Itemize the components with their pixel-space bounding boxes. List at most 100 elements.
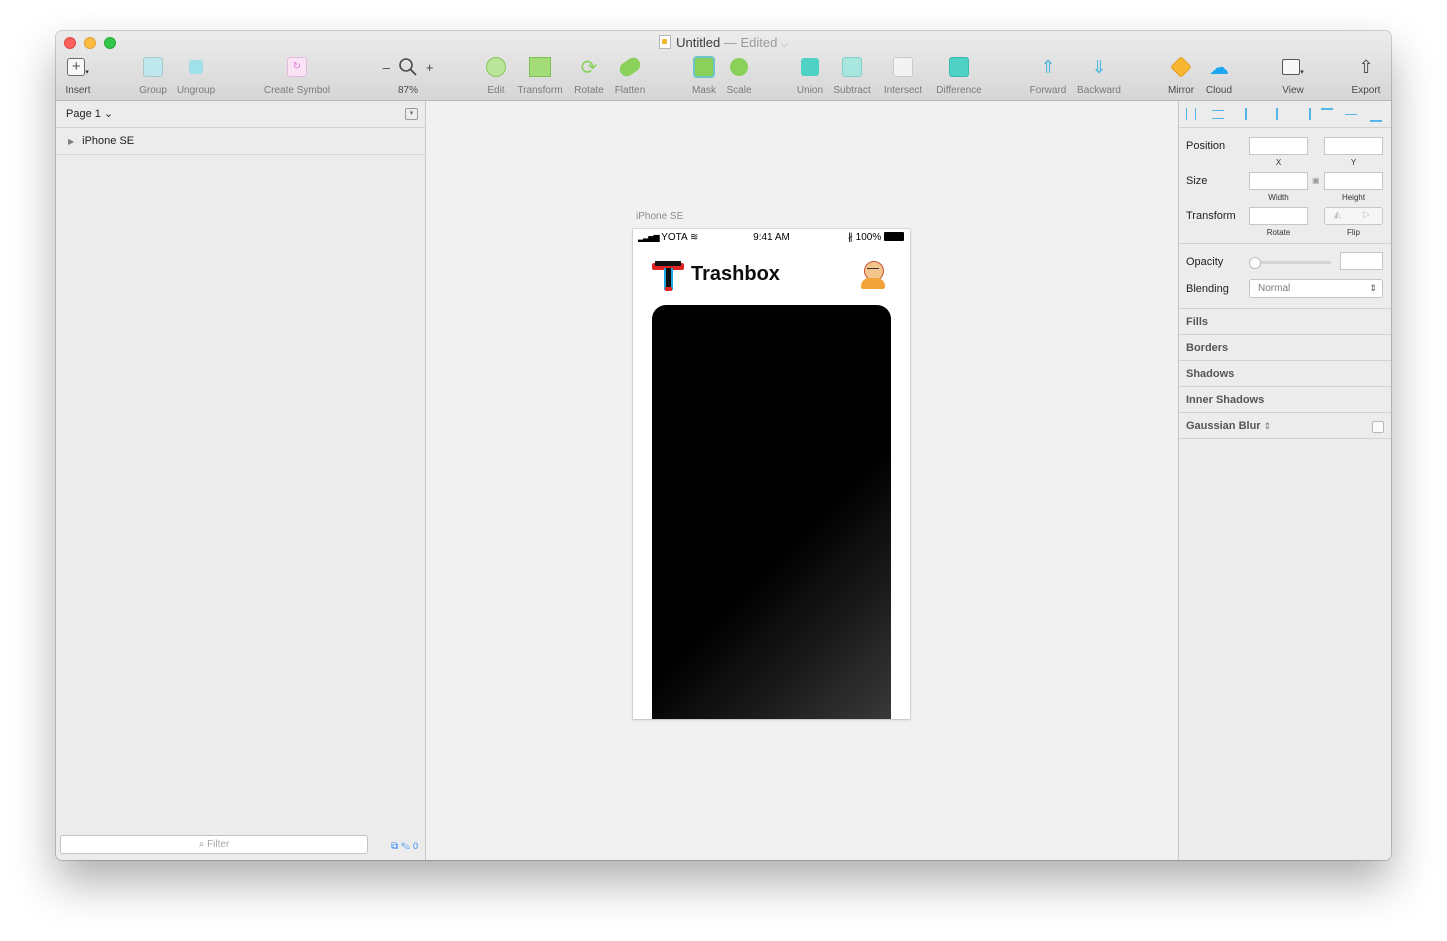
select-arrows-icon[interactable]: ⇕: [1264, 421, 1272, 431]
distribute-vertical-icon[interactable]: [1212, 110, 1224, 119]
blending-value: Normal: [1258, 283, 1291, 294]
page-name: Page 1 ⌄: [66, 108, 114, 120]
divider: [1179, 412, 1391, 413]
union-button[interactable]: Union: [794, 55, 826, 99]
cloud-icon: ☁: [1209, 56, 1229, 79]
sketch-window: Untitled — Edited ⌵ + ▾ Insert Group Ungr…: [56, 31, 1391, 860]
view-label: View: [1282, 85, 1304, 96]
y-label: Y: [1350, 158, 1357, 167]
status-bar-battery: ∦ 100%: [848, 229, 904, 247]
y-input[interactable]: [1324, 137, 1383, 155]
align-right-icon[interactable]: [1297, 108, 1311, 120]
app-title: Trashbox: [691, 263, 780, 285]
group-icon: [143, 57, 163, 77]
width-input[interactable]: [1249, 172, 1308, 190]
divider: [1179, 243, 1391, 244]
search-icon: ⌕: [198, 839, 205, 850]
rotate-input[interactable]: [1249, 207, 1308, 225]
distribute-horizontal-icon[interactable]: [1186, 108, 1196, 120]
canvas[interactable]: iPhone SE ▂▃▅▆ YOTA ≋ 9:41 AM ∦ 100% Tra…: [426, 101, 1177, 860]
flip-control[interactable]: ◭ ▷: [1324, 207, 1383, 225]
ungroup-button[interactable]: Ungroup: [174, 55, 218, 99]
inner-shadows-section[interactable]: Inner Shadows: [1186, 394, 1264, 406]
height-input[interactable]: [1324, 172, 1383, 190]
symbol-icon: ↻: [287, 57, 307, 77]
backward-label: Backward: [1077, 85, 1121, 96]
borders-section[interactable]: Borders: [1186, 342, 1228, 354]
fills-section[interactable]: Fills: [1186, 316, 1208, 328]
mask-icon: [693, 56, 715, 78]
opacity-input[interactable]: [1340, 252, 1383, 270]
mirror-button[interactable]: Mirror: [1164, 55, 1198, 99]
backward-icon: ⇓: [1091, 56, 1107, 77]
group-button[interactable]: Group: [136, 55, 170, 99]
lock-ratio-icon[interactable]: ▣: [1312, 176, 1320, 185]
export-button[interactable]: ⇧ Export: [1348, 55, 1384, 99]
rotate-button[interactable]: ⟳ Rotate: [571, 55, 607, 99]
content-card[interactable]: [652, 305, 891, 719]
backward-button[interactable]: ⇓ Backward: [1074, 55, 1124, 99]
styles-filter-icon[interactable]: ✎: [401, 841, 410, 852]
gaussian-blur-section[interactable]: Gaussian Blur ⇕: [1186, 420, 1271, 432]
create-symbol-button[interactable]: ↻ Create Symbol: [259, 55, 335, 99]
transform-button[interactable]: Transform: [514, 55, 566, 99]
union-label: Union: [796, 85, 824, 96]
subtract-icon: [842, 57, 862, 77]
align-top-icon[interactable]: [1321, 108, 1333, 122]
align-left-icon[interactable]: [1245, 108, 1259, 120]
opacity-slider[interactable]: [1249, 257, 1331, 269]
blending-select[interactable]: Normal ⇕: [1249, 279, 1383, 298]
edit-button[interactable]: Edit: [481, 55, 511, 99]
window-title: Untitled — Edited ⌵: [56, 35, 1391, 50]
mask-button[interactable]: Mask: [688, 55, 720, 99]
filter-options[interactable]: ⧉ ✎ 0: [391, 841, 418, 852]
scale-button[interactable]: Scale: [724, 55, 754, 99]
size-label: Size: [1186, 175, 1208, 187]
flip-vertical-icon[interactable]: ▷: [1363, 209, 1370, 220]
blending-label: Blending: [1186, 283, 1229, 295]
caret-down-icon: ▾: [1300, 69, 1304, 76]
mirror-label: Mirror: [1167, 85, 1195, 96]
forward-label: Forward: [1029, 85, 1067, 96]
magnifier-icon: [399, 58, 417, 76]
rotate-icon: ⟳: [580, 56, 598, 79]
divider: [1179, 438, 1391, 439]
subtract-button[interactable]: Subtract: [830, 55, 874, 99]
create-symbol-label: Create Symbol: [263, 85, 331, 96]
zoom-in-button[interactable]: +: [426, 60, 434, 75]
collapse-pages-icon[interactable]: ▾: [405, 108, 418, 120]
rotate-label: Rotate: [574, 85, 604, 96]
filter-count: 0: [412, 841, 418, 851]
chevron-down-icon[interactable]: ⌵: [781, 39, 788, 49]
shadows-section[interactable]: Shadows: [1186, 368, 1234, 380]
zoom-out-button[interactable]: –: [383, 60, 390, 75]
intersect-button[interactable]: Intersect: [880, 55, 926, 99]
gaussian-blur-checkbox[interactable]: [1372, 421, 1384, 433]
insert-button[interactable]: + ▾ Insert: [62, 55, 94, 99]
height-label: Height: [1341, 193, 1366, 202]
opacity-slider-knob[interactable]: [1249, 257, 1261, 269]
align-bottom-icon[interactable]: [1370, 108, 1382, 122]
difference-button[interactable]: Difference: [932, 55, 986, 99]
page-selector[interactable]: Page 1 ⌄ ▾: [56, 101, 425, 128]
flatten-button[interactable]: Flatten: [611, 54, 649, 99]
symbols-filter-icon[interactable]: ⧉: [391, 841, 398, 852]
layer-row[interactable]: ▶ iPhone SE: [56, 128, 425, 155]
document-name: Untitled: [676, 35, 721, 50]
disclosure-triangle-icon[interactable]: ▶: [68, 129, 74, 155]
view-button[interactable]: ▾ View: [1276, 55, 1310, 99]
artboard-iphone-se[interactable]: ▂▃▅▆ YOTA ≋ 9:41 AM ∦ 100% Trashbox: [633, 229, 910, 719]
align-middle-icon[interactable]: [1345, 114, 1357, 116]
flip-horizontal-icon[interactable]: ◭: [1334, 209, 1341, 220]
align-center-icon[interactable]: [1276, 108, 1279, 120]
inspector-panel: Position X Y Size ▣ Width Height Transfo…: [1178, 101, 1391, 860]
transform-icon: [529, 57, 551, 77]
x-input[interactable]: [1249, 137, 1308, 155]
edit-icon: [486, 57, 506, 77]
forward-button[interactable]: ⇑ Forward: [1027, 55, 1069, 99]
export-icon: ⇧: [1358, 56, 1374, 77]
cloud-button[interactable]: ☁ Cloud: [1202, 55, 1236, 99]
avatar[interactable]: [861, 261, 885, 289]
layer-filter-input[interactable]: ⌕ Filter: [60, 835, 368, 854]
artboard-label[interactable]: iPhone SE: [636, 211, 683, 222]
